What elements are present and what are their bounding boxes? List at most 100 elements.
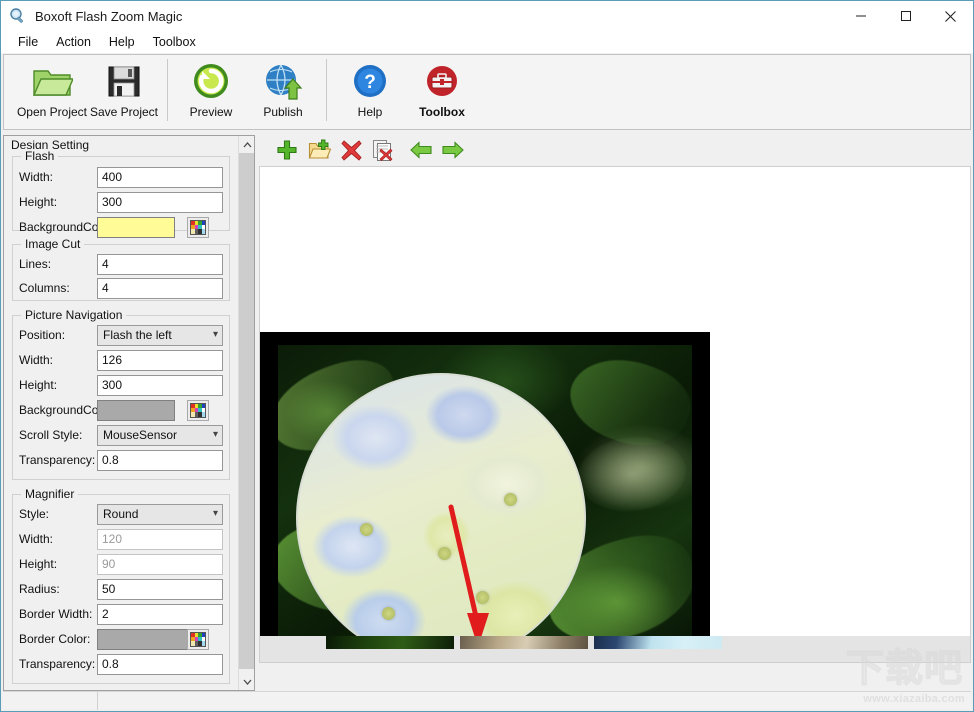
floret-center [360, 523, 373, 536]
nav-width-row: Width: 126 [19, 349, 225, 371]
maximize-button[interactable] [883, 1, 928, 31]
magnifier-lens[interactable] [296, 373, 586, 651]
thumbnail-3[interactable] [594, 636, 722, 649]
delete-image-button[interactable] [335, 136, 367, 164]
help-button[interactable]: ? Help [334, 55, 406, 127]
border-color-picker-button[interactable] [187, 629, 209, 650]
help-label: Help [358, 105, 383, 119]
nav-bgcolor-swatch[interactable] [97, 400, 175, 421]
border-color-row: Border Color: [19, 628, 225, 650]
folder-plus-icon [308, 139, 331, 161]
minimize-button[interactable] [838, 1, 883, 31]
nav-bgcolor-row: BackgroundColor: [19, 399, 225, 421]
scroll-up-button[interactable] [239, 136, 255, 153]
background-bloom [574, 432, 689, 517]
magnifier-transparency-row: Transparency: 0.8 [19, 653, 225, 675]
toolbox-label: Toolbox [419, 105, 465, 119]
menu-item-toolbox[interactable]: Toolbox [144, 33, 205, 51]
publish-label: Publish [263, 105, 302, 119]
magnifier-transparency-input[interactable]: 0.8 [97, 654, 223, 675]
picture-navigation-group: Picture Navigation Position: Flash the l… [12, 315, 230, 480]
close-button[interactable] [928, 1, 973, 31]
menu-item-action[interactable]: Action [47, 33, 100, 51]
thumbnail-2[interactable] [460, 636, 588, 649]
flash-height-input[interactable]: 300 [97, 192, 223, 213]
scrollbar-thumb[interactable] [239, 153, 255, 669]
menu-item-help[interactable]: Help [100, 33, 144, 51]
menu-item-file[interactable]: File [9, 33, 47, 51]
flash-color-picker-button[interactable] [187, 217, 209, 238]
flash-width-input[interactable]: 400 [97, 167, 223, 188]
scroll-down-button[interactable] [239, 673, 255, 690]
magnifier-height-row: Height: 90 [19, 553, 225, 575]
nav-transparency-input[interactable]: 0.8 [97, 450, 223, 471]
toolbar-separator-2 [326, 59, 327, 121]
floppy-disk-icon [104, 60, 144, 102]
columns-input[interactable]: 4 [97, 278, 223, 299]
lines-row: Lines: 4 [19, 253, 225, 275]
hydrangea-photo [278, 345, 692, 651]
nav-position-select[interactable]: Flash the left ▾ [97, 325, 223, 346]
chevron-down-icon: ▾ [213, 509, 218, 519]
flash-width-row: Width: 400 [19, 166, 225, 188]
save-project-button[interactable]: Save Project [88, 55, 160, 127]
magnifier-radius-input[interactable]: 50 [97, 579, 223, 600]
thumbnail-strip[interactable] [260, 636, 971, 662]
settings-scrollbar[interactable] [238, 136, 254, 690]
nav-color-picker-button[interactable] [187, 400, 209, 421]
red-x-icon [341, 140, 362, 161]
magnifier-height-input: 90 [97, 554, 223, 575]
status-bar [3, 691, 971, 709]
border-color-swatch[interactable] [97, 629, 195, 650]
image-cut-group-title: Image Cut [21, 237, 84, 251]
open-project-button[interactable]: Open Project [16, 55, 88, 127]
flash-bgcolor-label: BackgroundColor: [19, 220, 97, 234]
image-cut-group: Image Cut Lines: 4 Columns: 4 [12, 244, 230, 301]
arrow-left-icon [410, 141, 432, 159]
nav-height-input[interactable]: 300 [97, 375, 223, 396]
refresh-circle-icon [191, 60, 231, 102]
preview-button[interactable]: Preview [175, 55, 247, 127]
nav-position-row: Position: Flash the left ▾ [19, 324, 225, 346]
plus-icon [276, 139, 298, 161]
settings-scroll-area: Design Setting Flash Width: 400 Height: … [4, 136, 240, 690]
magnifier-height-label: Height: [19, 557, 97, 571]
move-left-button[interactable] [405, 136, 437, 164]
nav-height-row: Height: 300 [19, 374, 225, 396]
magnifier-style-select[interactable]: Round ▾ [97, 504, 223, 525]
magnifier-width-row: Width: 120 [19, 528, 225, 550]
publish-button[interactable]: Publish [247, 55, 319, 127]
nav-width-input[interactable]: 126 [97, 350, 223, 371]
preview-canvas[interactable] [259, 166, 971, 663]
chevron-down-icon: ▾ [213, 330, 218, 340]
nav-bgcolor-label: BackgroundColor: [19, 403, 97, 417]
border-color-label: Border Color: [19, 632, 97, 646]
thumbnail-1[interactable] [326, 636, 454, 649]
columns-label: Columns: [19, 281, 97, 295]
nav-width-label: Width: [19, 353, 97, 367]
border-width-label: Border Width: [19, 607, 97, 621]
flash-group-title: Flash [21, 149, 58, 163]
flash-bgcolor-swatch[interactable] [97, 217, 175, 238]
lines-input[interactable]: 4 [97, 254, 223, 275]
columns-row: Columns: 4 [19, 277, 225, 299]
toolbox-button[interactable]: Toolbox [406, 55, 478, 127]
add-image-button[interactable] [271, 136, 303, 164]
palette-icon [190, 632, 206, 647]
flash-group: Flash Width: 400 Height: 300 BackgroundC… [12, 156, 230, 231]
nav-position-value: Flash the left [103, 328, 172, 342]
image-list-toolbar [259, 135, 971, 165]
menu-bar: File Action Help Toolbox [1, 31, 973, 53]
border-width-row: Border Width: 2 [19, 603, 225, 625]
move-right-button[interactable] [437, 136, 469, 164]
border-width-input[interactable]: 2 [97, 604, 223, 625]
preview-label: Preview [190, 105, 233, 119]
add-folder-button[interactable] [303, 136, 335, 164]
delete-all-button[interactable] [367, 136, 399, 164]
scroll-style-label: Scroll Style: [19, 428, 97, 442]
scroll-style-row: Scroll Style: MouseSensor ▾ [19, 424, 225, 446]
magnifier-transparency-label: Transparency: [19, 657, 97, 671]
flash-height-row: Height: 300 [19, 191, 225, 213]
scroll-style-select[interactable]: MouseSensor ▾ [97, 425, 223, 446]
flash-height-label: Height: [19, 195, 97, 209]
